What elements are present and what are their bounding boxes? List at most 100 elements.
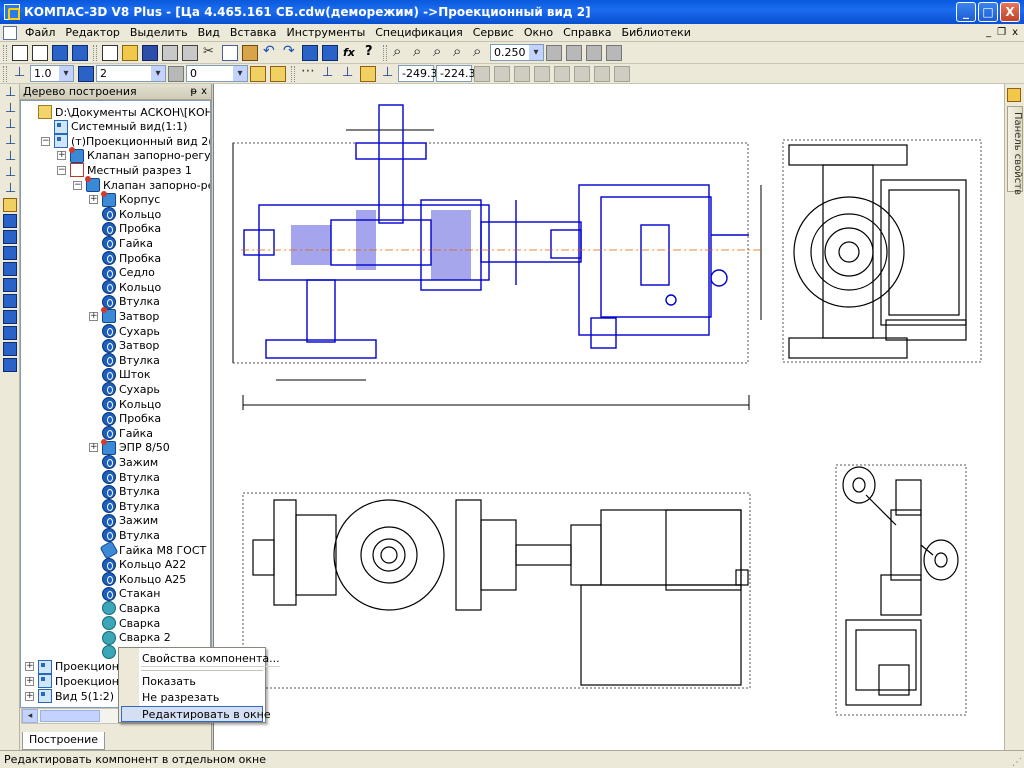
expand-icon[interactable]: + xyxy=(25,662,34,672)
pan-icon[interactable] xyxy=(546,44,562,61)
menu-tools[interactable]: Инструменты xyxy=(282,24,371,42)
tree-item[interactable]: + Проекционн xyxy=(25,674,126,689)
scroll-thumb[interactable] xyxy=(40,710,100,722)
reports-tool-icon[interactable] xyxy=(3,230,17,244)
minimize-button[interactable]: _ xyxy=(956,2,976,22)
menu-item-show[interactable]: Показать xyxy=(141,674,196,690)
tree-item[interactable]: − Местный разрез 1 xyxy=(57,163,192,178)
menu-specification[interactable]: Спецификация xyxy=(370,24,467,42)
resize-grip-icon[interactable]: ⋰ xyxy=(1012,754,1022,768)
copy-icon[interactable] xyxy=(222,44,238,61)
tree-item[interactable]: Пробка xyxy=(89,411,161,426)
tree-item[interactable]: + Затвор xyxy=(89,307,159,324)
view-tool-icon[interactable] xyxy=(3,294,17,308)
menu-item-component-properties[interactable]: Свойства компонента... xyxy=(141,651,280,667)
tree-item[interactable]: Системный вид(1:1) xyxy=(41,119,187,134)
select-tool-icon[interactable] xyxy=(3,181,17,196)
tree-item[interactable]: + Корпус xyxy=(89,190,160,207)
menu-help[interactable]: Справка xyxy=(558,24,616,42)
new-sheet-icon[interactable] xyxy=(32,44,48,61)
menu-item-edit-in-window[interactable]: Редактировать в окне xyxy=(121,706,271,722)
new-file-icon[interactable] xyxy=(12,44,28,61)
ortho-mode-icon[interactable] xyxy=(340,65,356,82)
page-icon[interactable] xyxy=(52,44,68,61)
tree-item[interactable]: + Вид 5(1:2) xyxy=(25,689,114,703)
tab-construction[interactable]: Построение xyxy=(22,732,106,750)
help-pointer-icon[interactable] xyxy=(362,44,378,61)
previous-view-icon[interactable] xyxy=(586,44,602,61)
snap-icon[interactable] xyxy=(360,65,376,82)
expand-icon[interactable]: + xyxy=(57,151,66,161)
mdi-restore-button[interactable]: ❐ xyxy=(997,24,1006,42)
tree-item[interactable]: Зажим xyxy=(89,455,158,470)
menu-libraries[interactable]: Библиотеки xyxy=(617,24,696,42)
collapse-icon[interactable]: − xyxy=(73,180,82,190)
variables-icon[interactable] xyxy=(342,45,358,61)
tree-item[interactable]: Сухарь xyxy=(89,382,160,397)
redo-icon[interactable] xyxy=(282,43,298,61)
measure-tool-icon[interactable] xyxy=(3,165,17,180)
zoom-scale-icon[interactable] xyxy=(472,42,488,61)
tree-item[interactable]: Кольцо xyxy=(89,280,161,295)
create-document-icon[interactable] xyxy=(102,44,118,61)
tree-item[interactable]: Седло xyxy=(89,265,155,280)
properties-panel-icon[interactable] xyxy=(1007,88,1021,102)
drawing-canvas[interactable] xyxy=(213,84,1004,750)
tree-item[interactable]: Гайка xyxy=(89,236,153,251)
tree-item[interactable]: Затвор xyxy=(89,338,159,353)
document-icon[interactable] xyxy=(3,25,17,40)
tree-item[interactable]: Кольцо А22 xyxy=(89,557,186,572)
tree-item[interactable]: Втулка xyxy=(89,470,160,484)
tree-item[interactable]: + Клапан запорно-регулирую xyxy=(57,146,210,163)
cut-icon[interactable] xyxy=(202,44,218,61)
zoom-out-icon[interactable] xyxy=(432,42,448,61)
menu-editor[interactable]: Редактор xyxy=(60,24,125,42)
maximize-button[interactable]: □ xyxy=(978,2,998,22)
pin-icon[interactable]: ᵽ xyxy=(190,86,197,97)
coord-y-field[interactable]: -224.3 xyxy=(436,65,475,82)
collapse-icon[interactable]: − xyxy=(57,165,66,175)
tree-item[interactable]: Втулка xyxy=(89,528,160,543)
tree-item[interactable]: D:\Документы АСКОН\[КОНКУРС АС xyxy=(25,105,210,119)
grid-icon[interactable] xyxy=(300,63,316,82)
tree-item[interactable]: + ЭПР 8/50 xyxy=(89,438,170,455)
next-view-icon[interactable] xyxy=(606,44,622,61)
expand-icon[interactable]: + xyxy=(89,311,98,321)
tree-item[interactable]: Кольцо xyxy=(89,207,161,222)
designation-tool-icon[interactable] xyxy=(3,117,17,132)
tree-item[interactable]: Гайка М8 ГОСТ 5916 xyxy=(89,540,210,560)
app-icon[interactable] xyxy=(4,4,20,20)
tree-item[interactable]: Пробка xyxy=(89,221,161,236)
tree-item[interactable]: Шток xyxy=(89,367,151,382)
mdi-close-button[interactable]: x xyxy=(1012,24,1018,42)
expand-icon[interactable]: + xyxy=(89,195,98,205)
tree-item[interactable]: Втулка xyxy=(89,353,160,368)
tree-item[interactable]: Втулка xyxy=(89,294,160,309)
insert-tool-icon[interactable] xyxy=(3,246,17,260)
format-tool-icon[interactable] xyxy=(3,326,17,340)
tech-tool-icon[interactable] xyxy=(3,358,17,372)
line-scale-combo[interactable]: 1.0 xyxy=(30,65,74,82)
menu-select[interactable]: Выделить xyxy=(125,24,193,42)
manager-icon[interactable] xyxy=(302,44,318,61)
tree-item[interactable]: Гайка xyxy=(89,426,153,441)
menu-item-no-cut[interactable]: Не разрезать xyxy=(141,690,219,706)
style-combo[interactable]: 2 xyxy=(96,65,166,82)
dimensions-tool-icon[interactable] xyxy=(3,101,17,116)
tree-view[interactable]: D:\Документы АСКОН\[КОНКУРС АССистемный … xyxy=(20,100,211,708)
coord-x-field[interactable]: -249.3 xyxy=(398,65,437,82)
geometry-tool-icon[interactable] xyxy=(3,85,17,100)
menu-file[interactable]: Файл xyxy=(20,24,60,42)
menu-service[interactable]: Сервис xyxy=(468,24,519,42)
layer-state-icon[interactable] xyxy=(270,65,286,82)
expand-icon[interactable]: + xyxy=(25,676,34,686)
tree-item[interactable]: Зажим xyxy=(89,513,158,528)
layout-tool-icon[interactable] xyxy=(3,310,17,324)
local-cs-icon[interactable] xyxy=(320,65,336,82)
tree-item[interactable]: Сухарь xyxy=(89,324,160,338)
spec-tool-icon[interactable] xyxy=(3,214,17,228)
menu-view[interactable]: Вид xyxy=(193,24,225,42)
collapse-icon[interactable]: − xyxy=(41,136,50,146)
tree-item[interactable]: Пробка xyxy=(89,251,161,265)
print-icon[interactable] xyxy=(162,44,178,61)
